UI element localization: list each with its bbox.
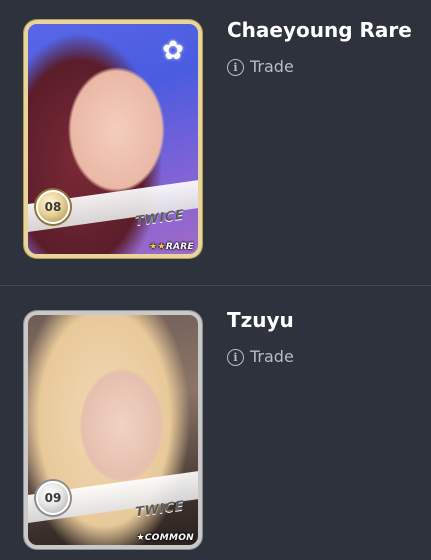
card-number-badge: 08	[36, 190, 70, 224]
star-icon: ★	[136, 533, 145, 543]
flower-decoration-icon: ✿	[162, 36, 184, 66]
card-title[interactable]: Chaeyoung Rare	[227, 17, 412, 43]
card-list-item: TWICE 09 ★COMMON Tzuyu i Trade	[0, 286, 431, 560]
rarity-text: COMMON	[144, 533, 194, 543]
card-title[interactable]: Tzuyu	[227, 307, 294, 333]
card-image[interactable]: TWICE 09 ★COMMON	[24, 311, 202, 549]
star-icon: ★★	[149, 242, 166, 252]
rarity-label: ★COMMON	[136, 533, 194, 543]
card-image[interactable]: ✿ TWICE 08 ★★RARE	[24, 20, 202, 258]
card-list-item: ✿ TWICE 08 ★★RARE Chaeyoung Rare i Trade	[0, 0, 431, 285]
info-circle-icon: i	[227, 58, 244, 76]
trade-label: Trade	[250, 57, 294, 76]
rarity-text: RARE	[165, 242, 194, 252]
trade-link[interactable]: i Trade	[227, 57, 412, 77]
card-info: Tzuyu i Trade	[227, 307, 294, 367]
trade-link[interactable]: i Trade	[227, 347, 294, 367]
card-number-badge: 09	[36, 481, 70, 515]
card-info: Chaeyoung Rare i Trade	[227, 17, 412, 77]
card-list: ✿ TWICE 08 ★★RARE Chaeyoung Rare i Trade…	[0, 0, 431, 560]
info-circle-icon: i	[227, 348, 244, 366]
trade-label: Trade	[250, 347, 294, 366]
rarity-label: ★★RARE	[149, 242, 194, 252]
